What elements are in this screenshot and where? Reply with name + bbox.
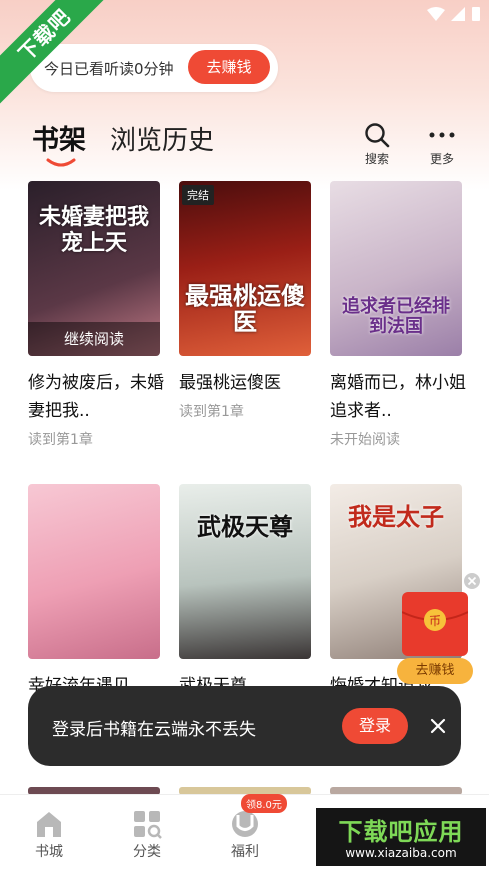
book-cover[interactable]: 追求者已经排到法国 — [330, 181, 462, 356]
book-cover[interactable]: 武极天尊 — [179, 484, 311, 659]
category-icon — [134, 811, 162, 839]
book-title: 离婚而已，林小姐追求者.. — [330, 373, 466, 421]
red-packet-float[interactable]: 币 去赚钱 — [397, 573, 485, 686]
login-prompt-toast: 登录后书籍在云端永不丢失 登录 — [28, 686, 461, 766]
watermark-url: www.xiazaiba.com — [345, 846, 457, 860]
tab-active-indicator — [46, 158, 76, 167]
home-icon — [37, 812, 61, 837]
tab-browse-history[interactable]: 浏览历史 — [110, 120, 214, 157]
search-button[interactable]: 搜索 — [355, 120, 399, 167]
tab-bookshelf[interactable]: 书架 — [32, 118, 86, 157]
continue-reading-overlay[interactable]: 继续阅读 — [28, 322, 160, 356]
nav-category[interactable]: 分类 — [117, 807, 177, 861]
red-packet-label[interactable]: 去赚钱 — [397, 658, 473, 684]
earn-money-button[interactable]: 去赚钱 — [188, 50, 270, 84]
nav-label: 福利 — [231, 844, 259, 860]
red-packet-close-icon[interactable] — [463, 572, 481, 590]
watermark-title: 下载吧应用 — [338, 818, 464, 846]
battery-icon — [472, 7, 480, 21]
welfare-icon — [232, 811, 258, 837]
book-title: 修为被废后，未婚妻把我.. — [28, 373, 164, 421]
book-title: 最强桃运傻医 — [179, 373, 281, 393]
daily-reading-text: 今日已看听读0分钟 — [44, 60, 174, 78]
book-cover[interactable]: 完结 最强桃运傻医 — [179, 181, 311, 356]
more-icon — [429, 132, 455, 138]
cover-title: 追求者已经排到法国 — [342, 296, 450, 337]
book-cover[interactable] — [28, 484, 160, 659]
cover-title: 武极天尊 — [197, 513, 293, 541]
system-icons — [427, 6, 481, 22]
more-label: 更多 — [429, 152, 454, 166]
cover-title: 未婚妻把我宠上天 — [38, 205, 149, 256]
book-progress: 读到第1章 — [28, 432, 93, 448]
signal-icon — [451, 7, 465, 21]
watermark-logo: 下载吧应用 www.xiazaiba.com — [316, 808, 486, 866]
wifi-icon — [427, 7, 445, 21]
book-cover[interactable]: 未婚妻把我宠上天 继续阅读 — [28, 181, 160, 356]
nav-welfare[interactable]: 福利 — [215, 807, 275, 861]
cover-title: 我是太子 — [348, 503, 444, 531]
search-label: 搜索 — [364, 152, 389, 166]
welfare-badge: 领8.0元 — [241, 794, 287, 813]
login-button[interactable]: 登录 — [342, 708, 408, 744]
daily-reading-pill: 今日已看听读0分钟 去赚钱 — [30, 44, 278, 92]
book-progress: 未开始阅读 — [330, 432, 400, 448]
cover-title: 最强桃运傻医 — [185, 282, 305, 336]
close-icon[interactable] — [424, 712, 452, 740]
nav-label: 分类 — [133, 844, 161, 860]
login-prompt-message: 登录后书籍在云端永不丢失 — [52, 720, 256, 740]
completed-badge: 完结 — [182, 185, 214, 205]
red-packet-icon: 币 — [402, 592, 468, 656]
book-progress: 读到第1章 — [179, 404, 244, 420]
svg-text:币: 币 — [429, 614, 441, 628]
more-button[interactable]: 更多 — [420, 120, 464, 167]
search-icon — [365, 123, 390, 148]
nav-label: 书城 — [35, 844, 63, 860]
nav-bookstore[interactable]: 书城 — [19, 807, 79, 861]
